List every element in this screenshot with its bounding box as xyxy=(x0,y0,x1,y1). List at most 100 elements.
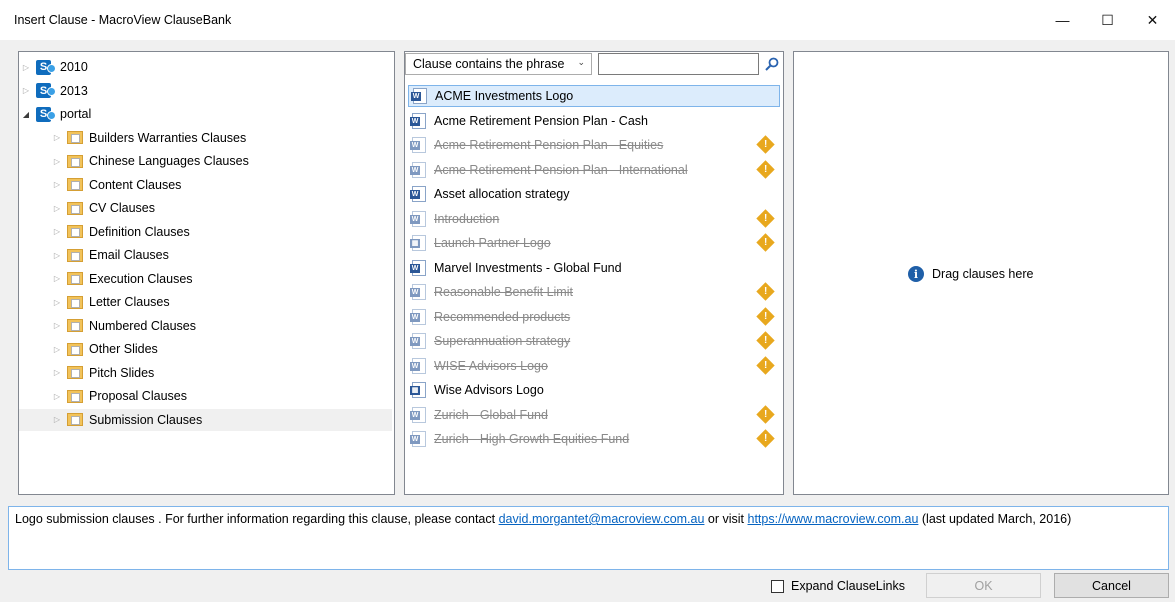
tree-site-label: 2013 xyxy=(60,83,88,98)
clause-label: Introduction xyxy=(434,211,500,226)
tree-folder-label: Content Clauses xyxy=(89,177,182,192)
cancel-button[interactable]: Cancel xyxy=(1054,573,1169,598)
clause-folder-icon xyxy=(67,131,83,144)
tree-folder[interactable]: ▷ Proposal Clauses xyxy=(19,385,392,407)
tree-folder[interactable]: ▷ Pitch Slides xyxy=(19,362,392,384)
contact-email-link[interactable]: david.morgantet@macroview.com.au xyxy=(499,512,705,526)
clause-label: Wise Advisors Logo xyxy=(434,383,544,397)
word-document-icon: W xyxy=(410,186,426,202)
expand-arrow-icon[interactable]: ▷ xyxy=(52,415,62,424)
tree-folder[interactable]: ▷ Email Clauses xyxy=(19,244,392,266)
tree-folder[interactable]: ▷ Execution Clauses xyxy=(19,268,392,290)
clause-label: Zurich - Global Fund xyxy=(434,407,548,422)
tree-site[interactable]: ◢ Sportal xyxy=(21,103,91,125)
clause-item[interactable]: W Marvel Investments - Global Fund xyxy=(408,257,780,279)
search-icon[interactable] xyxy=(762,53,782,75)
clause-item[interactable]: W Acme Retirement Pension Plan - Internat… xyxy=(408,159,780,181)
close-button[interactable]: ✕ xyxy=(1130,0,1175,40)
word-document-icon: W xyxy=(410,284,426,300)
sharepoint-icon: S xyxy=(36,83,56,98)
tree-site[interactable]: ▷ S 2013 xyxy=(21,80,88,102)
filter-mode-label: Clause contains the phrase xyxy=(413,57,565,71)
filter-mode-dropdown[interactable]: Clause contains the phrase ⌄ xyxy=(405,53,592,75)
expand-arrow-icon[interactable]: ▷ xyxy=(52,345,62,354)
warning-icon: ! xyxy=(756,429,775,448)
info-icon: i xyxy=(908,266,924,282)
sharepoint-icon: S xyxy=(36,106,56,122)
expand-arrow-icon[interactable]: ▷ xyxy=(52,298,62,307)
expand-arrow-icon[interactable]: ▷ xyxy=(52,133,62,142)
tree-folder[interactable]: ▷ Definition Clauses xyxy=(19,221,392,243)
word-document-icon: W xyxy=(410,431,426,447)
tree-folder[interactable]: ▷ Builders Warranties Clauses xyxy=(19,127,392,149)
clause-item[interactable]: W Superannuation strategy! xyxy=(408,330,780,352)
expand-clauselinks-checkbox[interactable]: Expand ClauseLinks xyxy=(771,579,905,593)
tree-folder-label: Pitch Slides xyxy=(89,365,155,380)
clause-folder-icon xyxy=(67,342,83,356)
expand-arrow-icon[interactable]: ▷ xyxy=(52,227,62,236)
expand-arrow-icon[interactable]: ▷ xyxy=(52,368,62,377)
expand-arrow-icon[interactable]: ▷ xyxy=(52,180,62,189)
tree-folder[interactable]: ▷ Letter Clauses xyxy=(19,291,392,313)
clause-label: Asset allocation strategy xyxy=(434,187,570,201)
library-tree[interactable]: ▷ S 2010 ▷ S 2013 ◢ Sportal ▷ Builders Warranties… xyxy=(18,51,395,495)
tree-folder-label: Other Slides xyxy=(89,342,158,356)
warning-icon: ! xyxy=(756,331,775,350)
expand-arrow-icon[interactable]: ▷ xyxy=(52,251,62,260)
drop-zone-message: i Drag clauses here xyxy=(908,266,1033,282)
clause-item[interactable]: ▦ Wise Advisors Logo xyxy=(408,379,780,401)
ok-button[interactable]: OK xyxy=(926,573,1041,598)
clause-item[interactable]: ▦ Launch Partner Logo! xyxy=(408,232,780,254)
word-document-icon: W xyxy=(410,406,426,423)
warning-icon: ! xyxy=(756,282,775,301)
clause-item[interactable]: W ACME Investments Logo xyxy=(408,85,780,107)
clause-item[interactable]: W Zurich - High Growth Equities Fund! xyxy=(408,428,780,450)
description-text-end: (last updated March, 2016) xyxy=(918,512,1072,526)
expand-arrow-icon[interactable]: ▷ xyxy=(21,86,31,95)
clause-item[interactable]: W Asset allocation strategy xyxy=(408,183,780,205)
expand-arrow-icon[interactable]: ▷ xyxy=(21,63,31,72)
expand-arrow-icon[interactable]: ▷ xyxy=(52,392,62,401)
word-document-icon: W xyxy=(410,259,426,276)
tree-folder[interactable]: ▷ Content Clauses xyxy=(19,174,392,196)
maximize-button[interactable]: ☐ xyxy=(1085,0,1130,40)
tree-folder[interactable]: ▷ Numbered Clauses xyxy=(19,315,392,337)
website-link[interactable]: https://www.macroview.com.au xyxy=(748,512,919,526)
tree-folder-label: Builders Warranties Clauses xyxy=(89,130,247,145)
warning-icon: ! xyxy=(756,208,775,228)
word-document-icon: W xyxy=(410,112,426,129)
clause-folder-icon xyxy=(67,413,83,426)
expand-arrow-icon[interactable]: ▷ xyxy=(52,204,62,213)
search-input[interactable] xyxy=(598,53,759,75)
clause-item[interactable]: W Recommended products! xyxy=(408,306,780,328)
word-document-icon: W xyxy=(410,357,426,374)
minimize-button[interactable]: — xyxy=(1040,0,1085,40)
word-document-icon: W xyxy=(410,333,426,349)
tree-folder[interactable]: ▷ Other Slides xyxy=(19,338,392,360)
clause-item[interactable]: W Acme Retirement Pension Plan - Equities… xyxy=(408,134,780,156)
word-document-icon: W xyxy=(410,137,426,153)
tree-folder[interactable]: ▷ CV Clauses xyxy=(19,197,392,219)
clause-item[interactable]: W Acme Retirement Pension Plan - Cash xyxy=(408,110,780,132)
clause-label: Launch Partner Logo xyxy=(434,236,551,250)
clause-label: Superannuation strategy xyxy=(434,334,571,348)
clause-label: Zurich - High Growth Equities Fund xyxy=(434,432,630,446)
tree-site[interactable]: ▷ S 2010 xyxy=(21,56,88,78)
clause-item[interactable]: W Introduction! xyxy=(408,208,780,230)
clause-item[interactable]: W WISE Advisors Logo! xyxy=(408,355,780,377)
tree-folder[interactable]: ▷ Chinese Languages Clauses xyxy=(19,150,392,172)
tree-folder-label: CV Clauses xyxy=(89,201,155,215)
expand-arrow-icon[interactable]: ▷ xyxy=(52,321,62,330)
sharepoint-icon: S xyxy=(36,59,56,75)
expand-arrow-icon[interactable]: ▷ xyxy=(52,157,62,166)
clause-item[interactable]: W Reasonable Benefit Limit! xyxy=(408,281,780,303)
tree-folder-label: Email Clauses xyxy=(89,248,169,262)
clause-item[interactable]: W Zurich - Global Fund! xyxy=(408,404,780,426)
expanded-arrow-icon[interactable]: ◢ xyxy=(21,110,31,119)
clause-folder-icon xyxy=(67,154,83,168)
tree-folder[interactable]: ▷ Submission Clauses xyxy=(19,408,392,431)
warning-icon: ! xyxy=(756,135,775,154)
expand-arrow-icon[interactable]: ▷ xyxy=(52,274,62,283)
checkbox-box[interactable] xyxy=(771,579,784,593)
clause-list[interactable]: W ACME Investments Logo W Acme Retirement P… xyxy=(404,51,784,495)
